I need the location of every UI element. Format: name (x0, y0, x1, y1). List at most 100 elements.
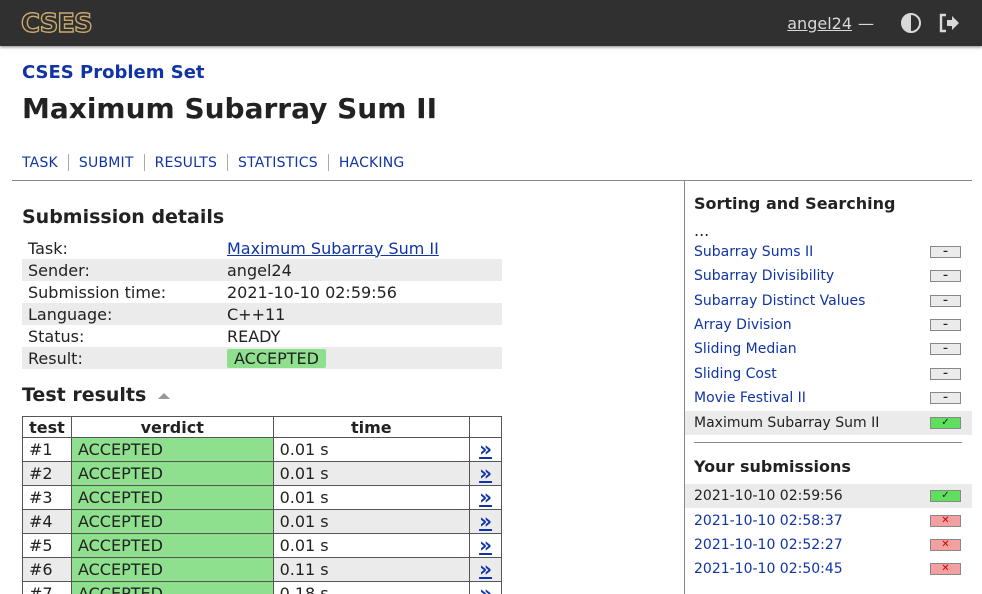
test-results-title: Test results (22, 384, 147, 406)
submission-status-badge: ✕ (930, 515, 961, 527)
sidebar-problem-item[interactable]: Sliding Cost – (685, 362, 972, 386)
view-test-link[interactable]: » (479, 485, 492, 509)
problem-set-title[interactable]: CSES Problem Set (22, 62, 205, 83)
contrast-icon[interactable] (900, 12, 922, 34)
sidebar-ellipsis: ... (694, 221, 710, 240)
test-time: 0.01 s (272, 485, 471, 510)
column-header-link (469, 416, 502, 438)
sidebar-problem-item[interactable]: Array Division – (685, 313, 972, 337)
details-label: Language: (22, 303, 221, 325)
details-label: Result: (22, 347, 221, 369)
problem-link[interactable]: Movie Festival II (694, 390, 806, 406)
submission-item[interactable]: 2021-10-10 02:50:45 ✕ (685, 557, 972, 581)
details-label: Sender: (22, 259, 221, 281)
details-value: Maximum Subarray Sum II (221, 237, 502, 259)
task-link[interactable]: Maximum Subarray Sum II (227, 239, 439, 258)
test-number: #6 (22, 557, 72, 582)
submission-item[interactable]: 2021-10-10 02:58:37 ✕ (685, 509, 972, 533)
sidebar-problem-item[interactable]: Movie Festival II – (685, 386, 972, 410)
submission-time: 2021-10-10 02:59:56 (694, 488, 843, 504)
result-badge: ACCEPTED (227, 348, 326, 368)
test-time: 0.18 s (272, 581, 471, 594)
details-value: READY (227, 326, 281, 346)
problem-status-badge: ✓ (930, 417, 961, 429)
details-value: C++11 (221, 303, 502, 325)
details-row-task: Task: Maximum Subarray Sum II (22, 237, 502, 259)
details-value: ACCEPTED (221, 347, 502, 369)
test-results-table: test verdict time #1 ACCEPTED 0.01 s » #… (22, 416, 502, 594)
test-number: #5 (22, 533, 72, 558)
table-row: #7 ACCEPTED 0.18 s » (22, 581, 502, 594)
view-test-link[interactable]: » (479, 533, 492, 557)
table-row: #6 ACCEPTED 0.11 s » (22, 557, 502, 582)
test-verdict: ACCEPTED (70, 437, 274, 462)
submission-details-table: Task: Maximum Subarray Sum II Sender: an… (22, 237, 502, 369)
view-test-link[interactable]: » (479, 437, 492, 461)
tab-task[interactable]: TASK (22, 155, 58, 171)
submission-link[interactable]: 2021-10-10 02:58:37 (694, 513, 843, 529)
details-row-language: Language: C++11 (22, 303, 502, 325)
submission-status-badge: ✕ (930, 539, 961, 551)
test-time: 0.11 s (272, 557, 471, 582)
test-verdict: ACCEPTED (70, 509, 274, 534)
page-title: Maximum Subarray Sum II (22, 92, 437, 125)
top-bar: CSES angel24 — (0, 0, 982, 46)
submission-link[interactable]: 2021-10-10 02:50:45 (694, 561, 843, 577)
sidebar-problem-item[interactable]: Subarray Sums II – (685, 240, 972, 264)
test-number: #7 (22, 581, 72, 594)
view-test-link[interactable]: » (479, 581, 492, 594)
problem-status-badge: – (930, 246, 961, 258)
tab-hacking[interactable]: HACKING (339, 155, 405, 171)
test-time: 0.01 s (272, 509, 471, 534)
submission-item-current: 2021-10-10 02:59:56 ✓ (685, 484, 972, 508)
problem-link[interactable]: Subarray Divisibility (694, 268, 834, 284)
test-time: 0.01 s (272, 437, 471, 462)
submission-status-badge: ✕ (930, 563, 961, 575)
column-header-time: time (272, 416, 471, 438)
problem-link[interactable]: Subarray Distinct Values (694, 293, 865, 309)
problem-link[interactable]: Sliding Median (694, 341, 797, 357)
test-number: #2 (22, 461, 72, 486)
submission-details-heading: Submission details (22, 206, 225, 228)
submission-link[interactable]: 2021-10-10 02:52:27 (694, 537, 843, 553)
details-row-result: Result: ACCEPTED (22, 347, 502, 369)
sidebar-problem-item[interactable]: Subarray Distinct Values – (685, 289, 972, 313)
test-time: 0.01 s (272, 533, 471, 558)
details-row-time: Submission time: 2021-10-10 02:59:56 (22, 281, 502, 303)
table-row: #2 ACCEPTED 0.01 s » (22, 461, 502, 486)
view-test-link[interactable]: » (479, 557, 492, 581)
logout-icon[interactable] (938, 12, 960, 34)
problem-link[interactable]: Array Division (694, 317, 792, 333)
problem-status-badge: – (930, 343, 961, 355)
tab-statistics[interactable]: STATISTICS (238, 155, 318, 171)
test-verdict: ACCEPTED (70, 485, 274, 510)
tab-divider (143, 154, 145, 171)
details-value: 2021-10-10 02:59:56 (227, 282, 397, 302)
sidebar-divider-line (694, 442, 962, 443)
test-verdict: ACCEPTED (70, 533, 274, 558)
sidebar-section-title: Sorting and Searching (694, 194, 896, 213)
details-row-status: Status: READY (22, 325, 502, 347)
test-verdict: ACCEPTED (70, 461, 274, 486)
username-link[interactable]: angel24 (787, 14, 852, 33)
submission-item[interactable]: 2021-10-10 02:52:27 ✕ (685, 533, 972, 557)
details-row-sender: Sender: angel24 (22, 259, 502, 281)
test-time: 0.01 s (272, 461, 471, 486)
problem-link[interactable]: Subarray Sums II (694, 244, 813, 260)
tab-results[interactable]: RESULTS (155, 155, 217, 171)
problem-link[interactable]: Sliding Cost (694, 366, 777, 382)
cses-logo[interactable]: CSES (21, 10, 113, 36)
sidebar-problem-item[interactable]: Subarray Divisibility – (685, 264, 972, 288)
logo-text: CSES (21, 10, 92, 36)
details-label: Submission time: (28, 282, 167, 302)
problem-status-badge: – (930, 368, 961, 380)
tab-submit[interactable]: SUBMIT (79, 155, 134, 171)
sidebar-problem-item[interactable]: Sliding Median – (685, 337, 972, 361)
view-test-link[interactable]: » (479, 461, 492, 485)
submission-status-badge: ✓ (930, 490, 961, 502)
test-results-heading[interactable]: Test results (22, 384, 171, 406)
view-test-link[interactable]: » (479, 509, 492, 533)
tab-bar: TASK SUBMIT RESULTS STATISTICS HACKING (22, 154, 404, 171)
test-number: #1 (22, 437, 72, 462)
details-label: Status: (28, 326, 85, 346)
